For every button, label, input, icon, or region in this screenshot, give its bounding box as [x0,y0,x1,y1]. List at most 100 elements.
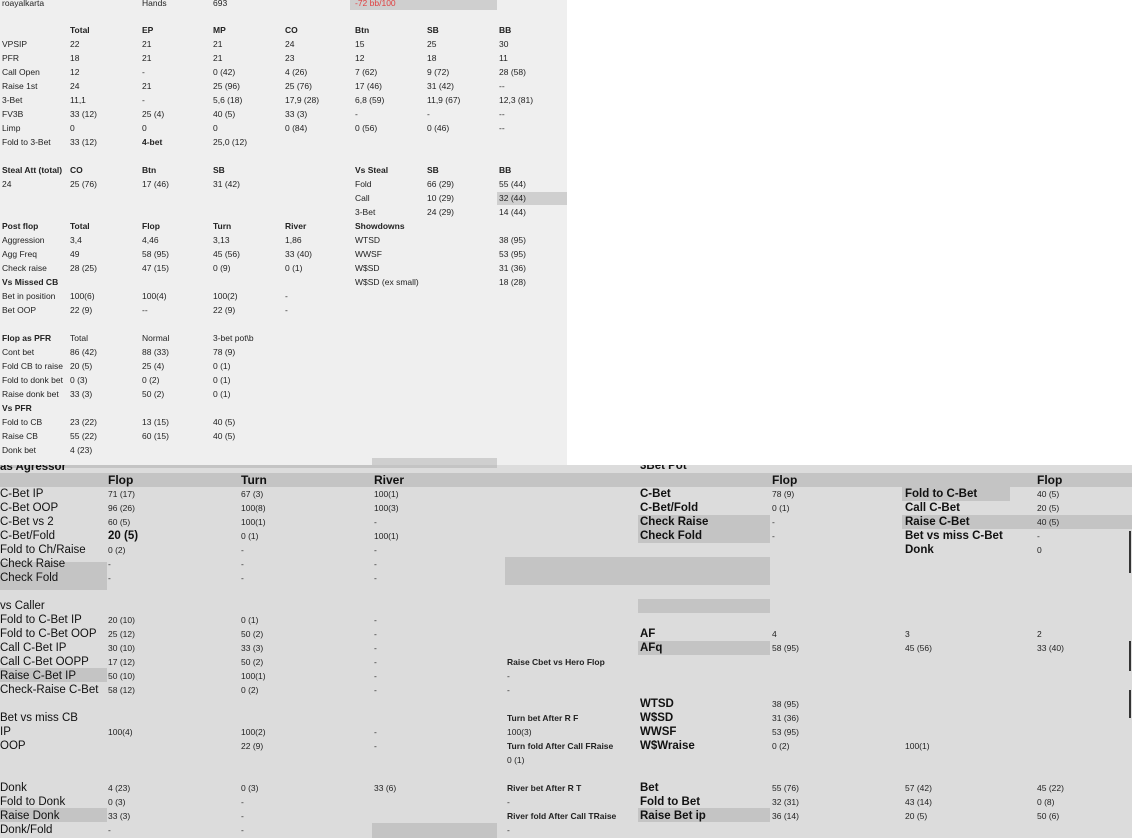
hero-stat-value: - [507,685,510,695]
agg-value: 71 (17) [108,489,135,499]
postflop-header: Post flop [2,221,39,231]
tb-left-label: C-Bet [640,488,671,500]
pfr-cell: Fold CB to raise [2,361,63,371]
scroll-stub [372,458,497,465]
row-label: Call Open [2,67,40,77]
stat-value: 11,1 [70,95,86,105]
showdown-label: WWSF [355,249,382,259]
vs-steal-cell: Fold [355,179,372,189]
caller-row-label: Fold to C-Bet OOP [0,628,97,640]
caller-value: 50 (2) [241,657,264,667]
vs-pfr-label: Vs PFR [2,403,32,413]
showdown-label: WWSF [640,726,677,738]
agg-col-header: Turn [241,473,267,487]
pfr-cell: 0 (1) [213,389,231,399]
vs-missed-cell: 22 (9) [213,305,236,315]
pfr-cell: 0 (2) [142,375,160,385]
hero-stat-label: River bet After R T [507,783,582,793]
vs-steal-header: Vs Steal [355,165,389,175]
tb-left-label: Check Fold [640,530,702,542]
hero-stat-value: 100(3) [507,727,532,737]
tb-right-label: Donk [905,544,934,556]
stat-value: 18 [70,53,80,63]
hero-stat-label: Raise Cbet vs Hero Flop [507,657,605,667]
postflop-cell: 3,13 [213,235,230,245]
vs-pfr-cell: Fold to CB [2,417,43,427]
caller-row-label: Call C-Bet OOPP [0,656,89,668]
col-header: MP [213,25,226,35]
stat-value: 0 (42) [213,67,236,77]
af-label: AFq [640,642,663,654]
caller-value: 50 (10) [108,671,135,681]
showdown-value: 53 (95) [499,249,526,259]
donk-row-label: Raise Donk [0,810,60,822]
stat-value: 4 (26) [285,67,308,77]
stat-value: 33 (12) [70,137,97,147]
af-turn: 45 (56) [905,643,932,653]
pfr-header: Flop as PFR [2,333,52,343]
agg-value: - [241,559,244,569]
postflop-cell: 4,46 [142,235,159,245]
agg-value: 100(1) [241,517,266,527]
stat-value: -- [499,123,505,133]
row-label: 3-Bet [2,95,23,105]
stat-value: 31 (42) [427,81,454,91]
stat-value: 9 (72) [427,67,450,77]
tb-flop-header-2: Flop [1037,473,1063,487]
pfr-cell: 78 (9) [213,347,236,357]
vs-missed-label: Vs Missed CB [2,277,59,287]
col-header: BB [499,25,512,35]
agg-row-label: C-Bet IP [0,488,44,500]
agg-row-label: Check Fold [0,572,59,584]
stat-value: -- [499,81,505,91]
agg-value: 100(1) [374,531,399,541]
agg-value: 0 (1) [241,531,259,541]
tb-right-label: Bet vs miss C-Bet [905,530,1003,542]
agg-value: 60 (5) [108,517,131,527]
empty-block [505,557,770,585]
hero-stat-value: - [507,671,510,681]
af-turn: 3 [905,629,910,639]
showdown-value: 31 (36) [772,713,799,723]
vs-steal-cell: 24 (29) [427,207,454,217]
bottom-scroll[interactable] [372,823,497,838]
tb-right-value: - [1037,531,1040,541]
vs-pfr-cell: 23 (22) [70,417,97,427]
pfr-header: Total [70,333,88,343]
stat-value: 18 [427,53,437,63]
postflop-cell: 28 (25) [70,263,97,273]
caller-value: 0 (1) [241,615,259,625]
stat-value: 23 [285,53,295,63]
hero-stat-value: - [507,825,510,835]
vs-missed-cell: 22 (9) [70,305,93,315]
showdown-label: W$SD [355,263,380,273]
af-flop: 58 (95) [772,643,799,653]
aggressor-title: as Agressor [0,465,67,473]
caller-value: - [374,685,377,695]
postflop-header: River [285,221,307,231]
hero-stat-label: River fold After Call TRaise [507,811,617,821]
postflop-cell: 58 (95) [142,249,169,259]
steal-value: 24 [2,179,12,189]
agg-value: - [241,545,244,555]
bet-flop: 32 (31) [772,797,799,807]
agg-value: 96 (26) [108,503,135,513]
agg-col-header: Flop [108,473,134,487]
donk-value: 0 (3) [241,783,259,793]
agg-value: 100(8) [241,503,266,513]
vs-missed-cell: -- [142,305,148,315]
donk-value: - [241,811,244,821]
vs-steal-cell: 10 (29) [427,193,454,203]
caller-row-label: Raise C-Bet IP [0,670,77,682]
bvm-value: - [374,727,377,737]
stat-value: 4-bet [142,137,163,147]
stat-value: 0 (56) [355,123,378,133]
stat-value: 21 [213,39,223,49]
tb-right-label: Fold to C-Bet [905,488,978,500]
donk-value: 33 (6) [374,783,397,793]
donk-row-label: Donk [0,782,27,794]
tb-right-label: Call C-Bet [905,502,960,514]
player-stats-panel: roayalkarta Hands 693 -72 bb/100 Total EP… [0,0,567,465]
agg-value: - [374,559,377,569]
caller-value: 20 (10) [108,615,135,625]
